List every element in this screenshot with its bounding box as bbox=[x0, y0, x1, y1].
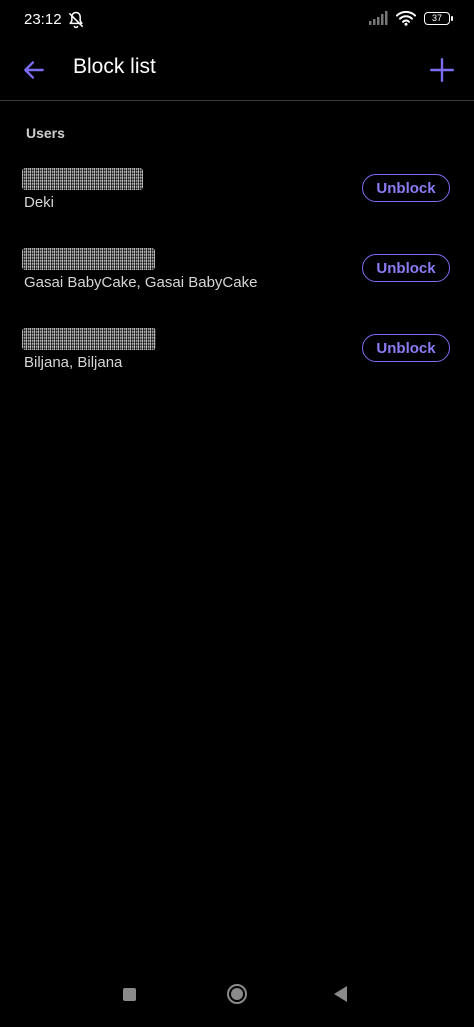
unblock-button[interactable]: Unblock bbox=[362, 254, 450, 282]
signal-icon bbox=[369, 11, 388, 25]
arrow-left-icon bbox=[24, 61, 44, 79]
user-subtitle: Deki bbox=[24, 194, 55, 211]
section-header-users: Users bbox=[26, 125, 65, 141]
system-nav-bar bbox=[0, 967, 474, 1027]
back-triangle-icon[interactable] bbox=[334, 986, 347, 1002]
bell-off-icon bbox=[68, 11, 84, 29]
add-button[interactable] bbox=[426, 54, 458, 86]
wifi-icon bbox=[396, 10, 416, 26]
recents-icon[interactable] bbox=[123, 988, 136, 1001]
list-item: Deki Unblock bbox=[0, 168, 474, 232]
status-bar: 23:12 37 bbox=[0, 0, 474, 40]
list-item: Gasai BabyCake, Gasai BabyCake Unblock bbox=[0, 248, 474, 312]
status-icons: 37 bbox=[368, 10, 453, 26]
back-button[interactable] bbox=[18, 54, 50, 86]
plus-icon bbox=[429, 57, 455, 83]
status-time: 23:12 bbox=[24, 11, 62, 28]
battery-indicator: 37 bbox=[424, 11, 453, 25]
app-bar: Block list bbox=[0, 40, 474, 101]
redacted-username bbox=[22, 248, 155, 270]
unblock-button[interactable]: Unblock bbox=[362, 174, 450, 202]
redacted-username bbox=[22, 168, 143, 190]
home-icon[interactable] bbox=[227, 984, 247, 1004]
battery-level: 37 bbox=[431, 13, 442, 23]
page-title: Block list bbox=[73, 55, 156, 78]
list-item: Biljana, Biljana Unblock bbox=[0, 328, 474, 392]
user-subtitle: Biljana, Biljana bbox=[24, 354, 123, 371]
unblock-button[interactable]: Unblock bbox=[362, 334, 450, 362]
screen: 23:12 37 Block list Users Deki Unblock G… bbox=[0, 0, 474, 1027]
user-subtitle: Gasai BabyCake, Gasai BabyCake bbox=[24, 274, 258, 291]
redacted-username bbox=[22, 328, 156, 350]
